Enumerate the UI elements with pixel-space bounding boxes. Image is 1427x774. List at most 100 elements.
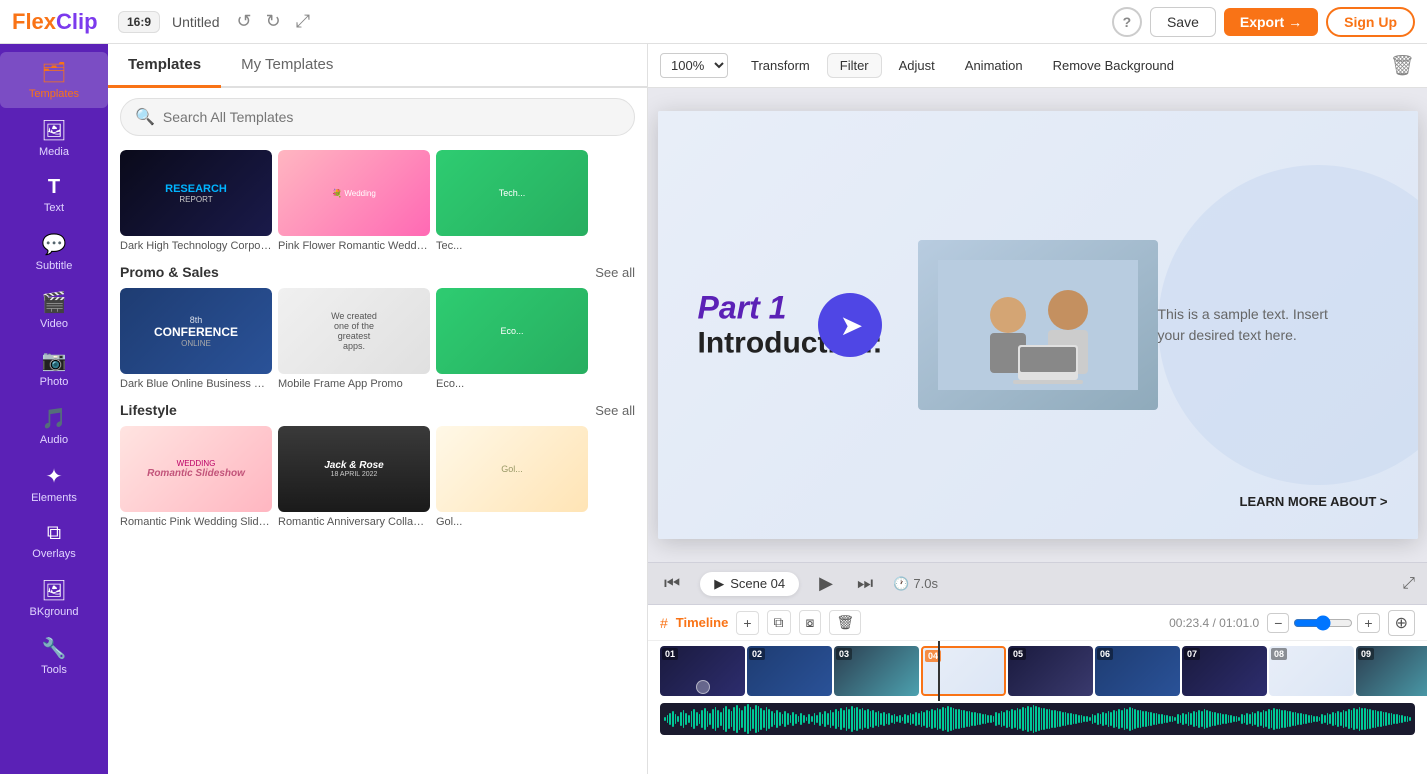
zoom-slider[interactable] — [1293, 615, 1353, 631]
sidebar-item-templates[interactable]: 🗂 Templates — [0, 52, 108, 108]
template-card-pink-flower[interactable]: 💐 Wedding Pink Flower Romantic Wedding .… — [278, 150, 430, 252]
signup-button[interactable]: Sign Up — [1326, 7, 1415, 37]
split-button[interactable]: ⧉ — [767, 610, 791, 635]
scene-clip-09[interactable]: 09 — [1356, 646, 1427, 696]
templates-icon: 🗂 — [41, 60, 66, 85]
promo-templates-row: 8th CONFERENCE ONLINE Dark Blue Online B… — [120, 288, 635, 390]
sidebar-label-media: Media — [39, 146, 69, 158]
template-card-gol[interactable]: Gol... Gol... — [436, 426, 588, 528]
template-card-mobile-frame-app[interactable]: We createdone of thegreatestapps. Mobile… — [278, 288, 430, 390]
template-label-mobile-frame-app: Mobile Frame App Promo — [278, 378, 430, 390]
template-card-romantic-pink[interactable]: WEDDING Romantic Slideshow Romantic Pink… — [120, 426, 272, 528]
export-button[interactable]: Export → — [1224, 8, 1318, 36]
tools-icon: 🔧 — [42, 636, 67, 661]
expand-scene-button[interactable]: ⤢ — [1402, 575, 1415, 593]
filter-button[interactable]: Filter — [827, 53, 882, 78]
redo-button[interactable]: ↻ — [261, 9, 286, 34]
section-title-lifestyle: Lifestyle — [120, 402, 177, 418]
scene-clip-03[interactable]: 03 — [834, 646, 919, 696]
scene-time: 7.0s — [913, 576, 938, 591]
transform-button[interactable]: Transform — [738, 53, 823, 78]
next-scene-button[interactable]: ⏭ — [853, 569, 877, 598]
scene-clip-05[interactable]: 05 — [1008, 646, 1093, 696]
time-icon: 🕐 — [893, 576, 909, 592]
zoom-controls: − + — [1267, 613, 1379, 633]
text-icon: T — [48, 176, 60, 199]
remove-bg-button[interactable]: Remove Background — [1040, 53, 1187, 78]
sidebar-item-video[interactable]: 🎬 Video — [0, 282, 108, 338]
scene-clip-08[interactable]: 08 — [1269, 646, 1354, 696]
people-image — [938, 260, 1138, 390]
doc-title: Untitled — [172, 14, 219, 30]
scene-clip-06[interactable]: 06 — [1095, 646, 1180, 696]
clip-num-02: 02 — [749, 648, 765, 660]
scene-controls: ⏮ ▶ Scene 04 ▶ ⏭ 🕐 7.0s ⤢ — [648, 562, 1427, 604]
sidebar-item-bkground[interactable]: 🖼 BKground — [0, 570, 108, 626]
sidebar-item-text[interactable]: T Text — [0, 168, 108, 222]
sidebar-item-media[interactable]: 🖼 Media — [0, 110, 108, 166]
canvas-area: 100% 75% 50% 125% Transform Filter Adjus… — [648, 44, 1427, 774]
play-arrow-icon: ➤ — [840, 309, 863, 342]
aspect-ratio-badge[interactable]: 16:9 — [118, 11, 160, 33]
template-card-romantic-anniv[interactable]: Jack & Rose 18 APRIL 2022 Romantic Anniv… — [278, 426, 430, 528]
template-card-dark-corp[interactable]: RESEARCH REPORT Dark High Technology Cor… — [120, 150, 272, 252]
sidebar-item-audio[interactable]: 🎵 Audio — [0, 398, 108, 454]
sidebar-item-elements[interactable]: ✦ Elements — [0, 456, 108, 512]
scene-clip-01[interactable]: 01 — [660, 646, 745, 696]
duplicate-button[interactable]: ⧇ — [799, 610, 822, 635]
sidebar-label-photo: Photo — [40, 376, 69, 388]
sidebar-label-overlays: Overlays — [32, 548, 75, 560]
scene-clip-04[interactable]: 04 — [921, 646, 1006, 696]
clip-num-05: 05 — [1010, 648, 1026, 660]
tab-my-templates[interactable]: My Templates — [221, 44, 353, 88]
animation-button[interactable]: Animation — [952, 53, 1036, 78]
template-thumb-romantic-anniv: Jack & Rose 18 APRIL 2022 — [278, 426, 430, 512]
zoom-in-button[interactable]: + — [1357, 613, 1379, 633]
template-card-eco[interactable]: Eco... Eco... — [436, 288, 588, 390]
timeline-label: Timeline — [676, 615, 729, 630]
time-display: 🕐 7.0s — [893, 576, 938, 592]
sidebar-item-overlays[interactable]: ⧉ Overlays — [0, 514, 108, 568]
timeline-time-display: 00:23.4 / 01:01.0 — [1169, 616, 1259, 630]
template-scroll-area: RESEARCH REPORT Dark High Technology Cor… — [108, 146, 647, 774]
clip-num-03: 03 — [836, 648, 852, 660]
scene-clip-02[interactable]: 02 — [747, 646, 832, 696]
add-scene-button[interactable]: + — [736, 611, 758, 635]
clip-num-09: 09 — [1358, 648, 1374, 660]
sidebar-item-tools[interactable]: 🔧 Tools — [0, 628, 108, 684]
template-thumb-gol: Gol... — [436, 426, 588, 512]
current-time: 00:23.4 — [1169, 616, 1209, 630]
template-card-dark-blue-conf[interactable]: 8th CONFERENCE ONLINE Dark Blue Online B… — [120, 288, 272, 390]
adjust-button[interactable]: Adjust — [886, 53, 948, 78]
undo-button[interactable]: ↺ — [232, 9, 257, 34]
delete-clip-button[interactable]: 🗑 — [829, 610, 861, 635]
template-thumb-romantic-pink: WEDDING Romantic Slideshow — [120, 426, 272, 512]
sidebar-label-templates: Templates — [29, 88, 79, 100]
sidebar-item-photo[interactable]: 📷 Photo — [0, 340, 108, 396]
help-button[interactable]: ? — [1112, 7, 1142, 37]
subtitle-icon: 💬 — [42, 232, 67, 257]
clip-num-08: 08 — [1271, 648, 1287, 660]
sidebar-item-subtitle[interactable]: 💬 Subtitle — [0, 224, 108, 280]
see-all-promo[interactable]: See all — [595, 265, 635, 280]
lifestyle-templates-row: WEDDING Romantic Slideshow Romantic Pink… — [120, 426, 635, 528]
see-all-lifestyle[interactable]: See all — [595, 403, 635, 418]
tab-templates[interactable]: Templates — [108, 44, 221, 88]
sidebar: 🗂 Templates 🖼 Media T Text 💬 Subtitle 🎬 … — [0, 44, 108, 774]
search-input[interactable] — [163, 109, 620, 125]
play-pause-button[interactable]: ▶ — [815, 569, 837, 598]
prev-scene-button[interactable]: ⏮ — [660, 569, 684, 598]
scene-clip-07[interactable]: 07 — [1182, 646, 1267, 696]
template-thumb-pink-flower: 💐 Wedding — [278, 150, 430, 236]
delete-button[interactable]: 🗑 — [1390, 53, 1415, 78]
save-button[interactable]: Save — [1150, 7, 1216, 37]
zoom-out-button[interactable]: − — [1267, 613, 1289, 633]
template-card-tec[interactable]: Tech... Tec... — [436, 150, 588, 252]
zoom-select[interactable]: 100% 75% 50% 125% — [660, 53, 728, 78]
fullscreen-button[interactable]: ⤢ — [296, 11, 310, 32]
export-label: Export → — [1240, 14, 1302, 30]
preview-play-button[interactable]: ➤ — [818, 293, 882, 357]
preview-content: Part 1 Introduction: ➤ — [658, 111, 1418, 539]
search-inner: 🔍 — [120, 98, 635, 136]
add-track-button[interactable]: ⊕ — [1388, 610, 1415, 636]
